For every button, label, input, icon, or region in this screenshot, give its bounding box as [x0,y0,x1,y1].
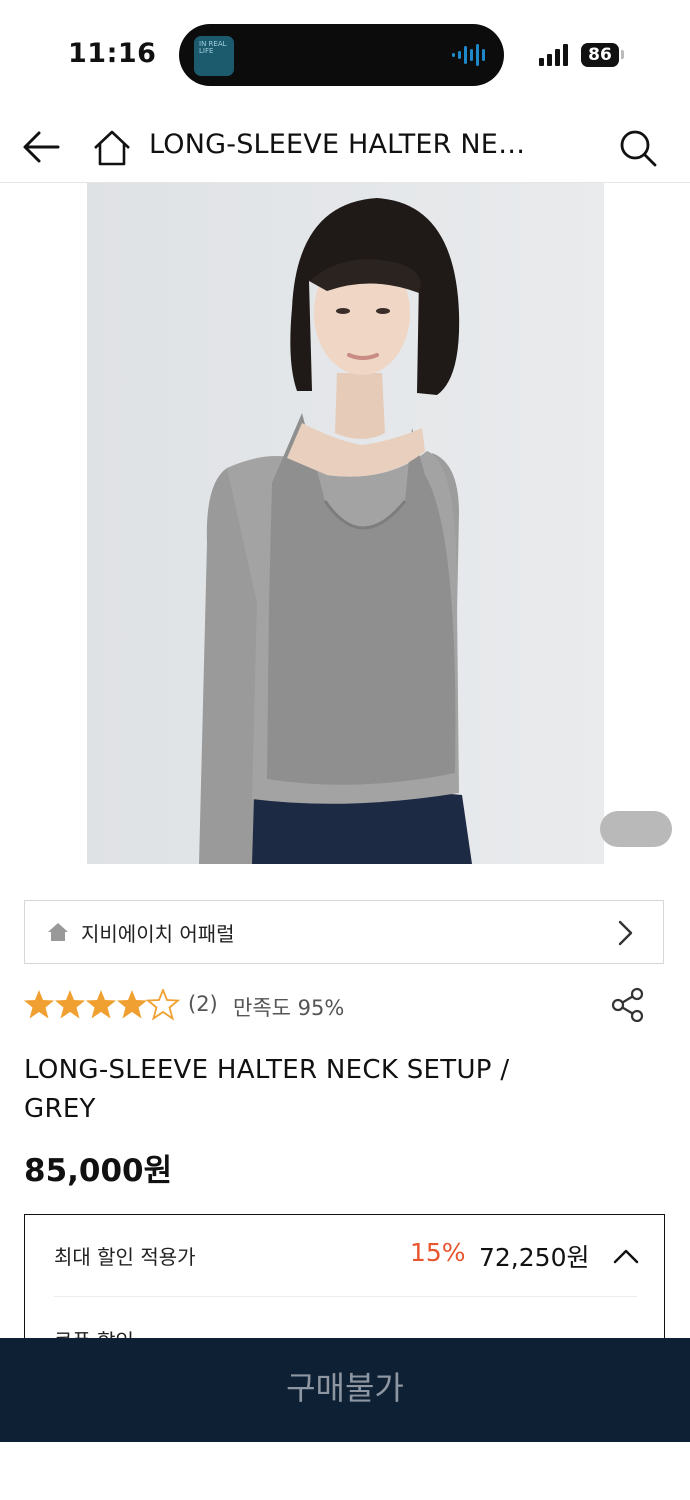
discount-divider [54,1296,637,1297]
max-discount-label: 최대 할인 적용가 [54,1245,196,1269]
discount-percent: 15% [410,1238,466,1267]
home-indicator-area [0,1442,690,1500]
audio-waveform-icon [452,44,485,66]
search-icon[interactable] [618,128,658,168]
satisfaction-rate: 만족도 95% [233,996,345,1020]
product-photo-illustration [87,183,604,864]
chevron-up-icon[interactable] [613,1248,639,1264]
image-pager-indicator[interactable] [600,811,672,847]
product-image[interactable] [87,183,604,864]
battery-indicator: 86 [581,43,619,67]
page-title: LONG-SLEEVE HALTER NECK SETUP / GREY [149,129,544,160]
product-price: 85,000원 [24,1153,173,1189]
now-playing-artwork[interactable]: IN REAL LIFE [194,36,234,76]
home-icon[interactable] [92,129,132,167]
battery-nub [621,50,624,59]
product-title: LONG-SLEEVE HALTER NECK SETUP / GREY [24,1055,510,1124]
chevron-right-icon [618,920,633,946]
shop-home-icon [48,923,68,941]
rating-stars [24,989,179,1020]
brand-name: 지비에이치 어패럴 [81,922,235,946]
back-arrow-icon[interactable] [22,130,60,164]
status-time: 11:16 [68,38,157,69]
review-count[interactable]: (2) [188,992,218,1016]
purchase-unavailable-button[interactable]: 구매불가 [0,1363,690,1409]
cellular-signal-icon [539,44,568,66]
share-icon[interactable] [610,987,646,1023]
discounted-price: 72,250원 [479,1243,590,1272]
